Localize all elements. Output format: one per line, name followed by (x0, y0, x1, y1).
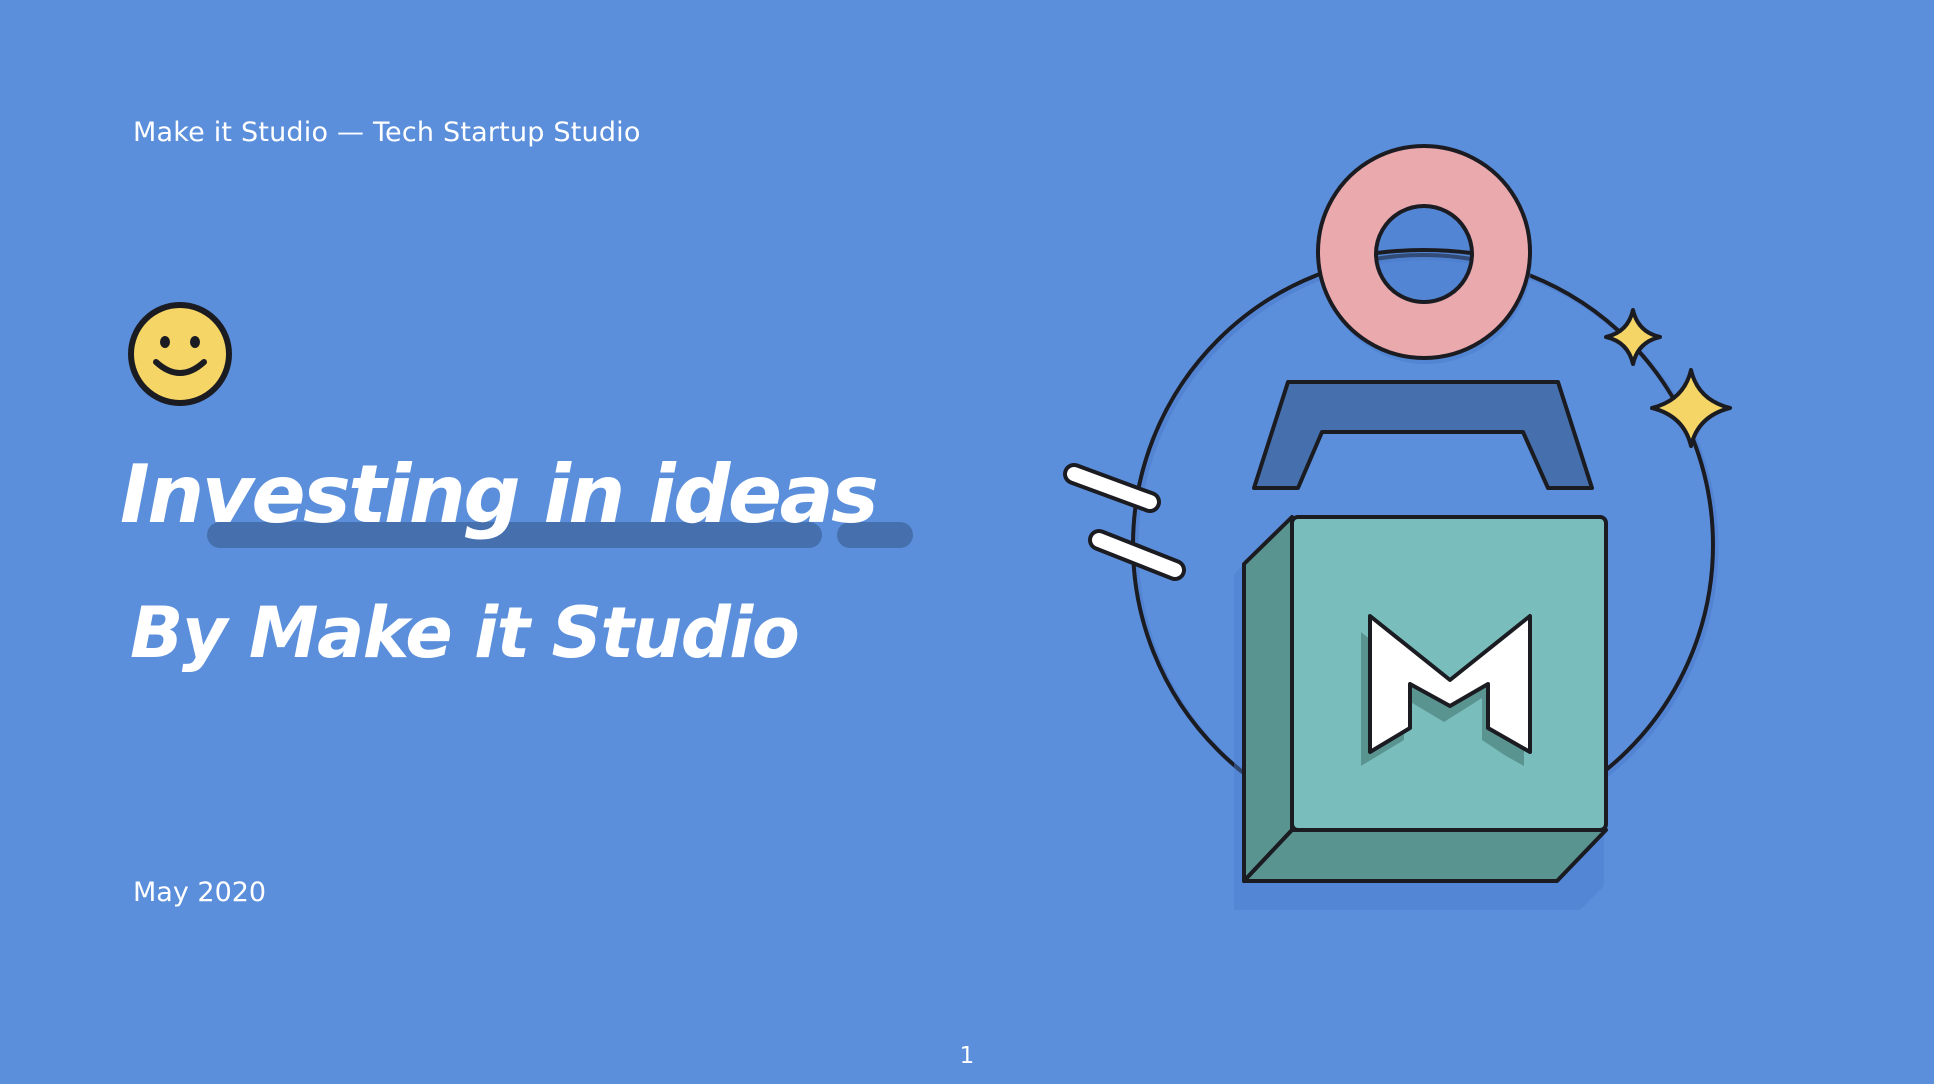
slide-title: Investing in ideas (120, 448, 879, 541)
smiley-face-icon (128, 302, 232, 406)
pink-ring (1316, 144, 1532, 364)
slide-subtitle: By Make it Studio (130, 592, 800, 674)
white-dash-lines (1063, 463, 1186, 581)
yellow-sparkle-small (1604, 308, 1662, 366)
organization-line: Make it Studio — Tech Startup Studio (133, 117, 641, 148)
title-block: Investing in ideas (120, 455, 920, 565)
blue-handle (1252, 380, 1594, 490)
slide-date: May 2020 (133, 877, 267, 908)
presentation-slide: Make it Studio — Tech Startup Studio Inv… (0, 0, 1934, 1084)
page-number: 1 (959, 1043, 975, 1069)
make-it-studio-illustration (1063, 144, 1732, 910)
